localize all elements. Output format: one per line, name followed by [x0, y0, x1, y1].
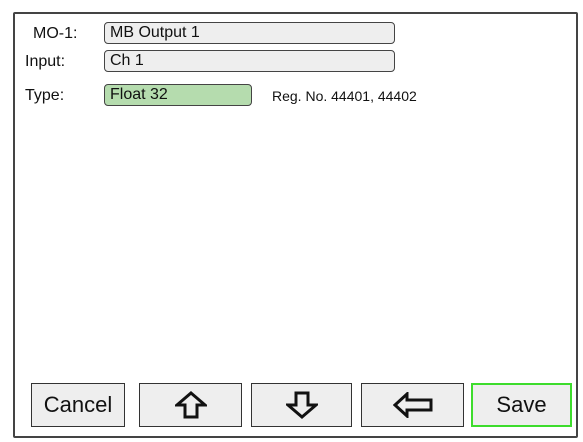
register-number-text: Reg. No. 44401, 44402 [272, 88, 417, 104]
type-label: Type: [25, 87, 65, 104]
output-config-panel: MO-1: MB Output 1 Input: Ch 1 Type: Floa… [13, 12, 578, 438]
down-button[interactable] [251, 383, 352, 427]
up-arrow-icon [174, 391, 207, 419]
mo-name-field[interactable]: MB Output 1 [104, 22, 395, 44]
up-button[interactable] [139, 383, 242, 427]
down-arrow-icon [285, 391, 318, 419]
type-field[interactable]: Float 32 [104, 84, 252, 106]
input-field[interactable]: Ch 1 [104, 50, 395, 72]
back-button[interactable] [361, 383, 464, 427]
save-button[interactable]: Save [471, 383, 572, 427]
input-label: Input: [25, 53, 66, 70]
cancel-button[interactable]: Cancel [31, 383, 125, 427]
left-arrow-icon [392, 392, 433, 418]
mo-label: MO-1: [33, 25, 78, 42]
